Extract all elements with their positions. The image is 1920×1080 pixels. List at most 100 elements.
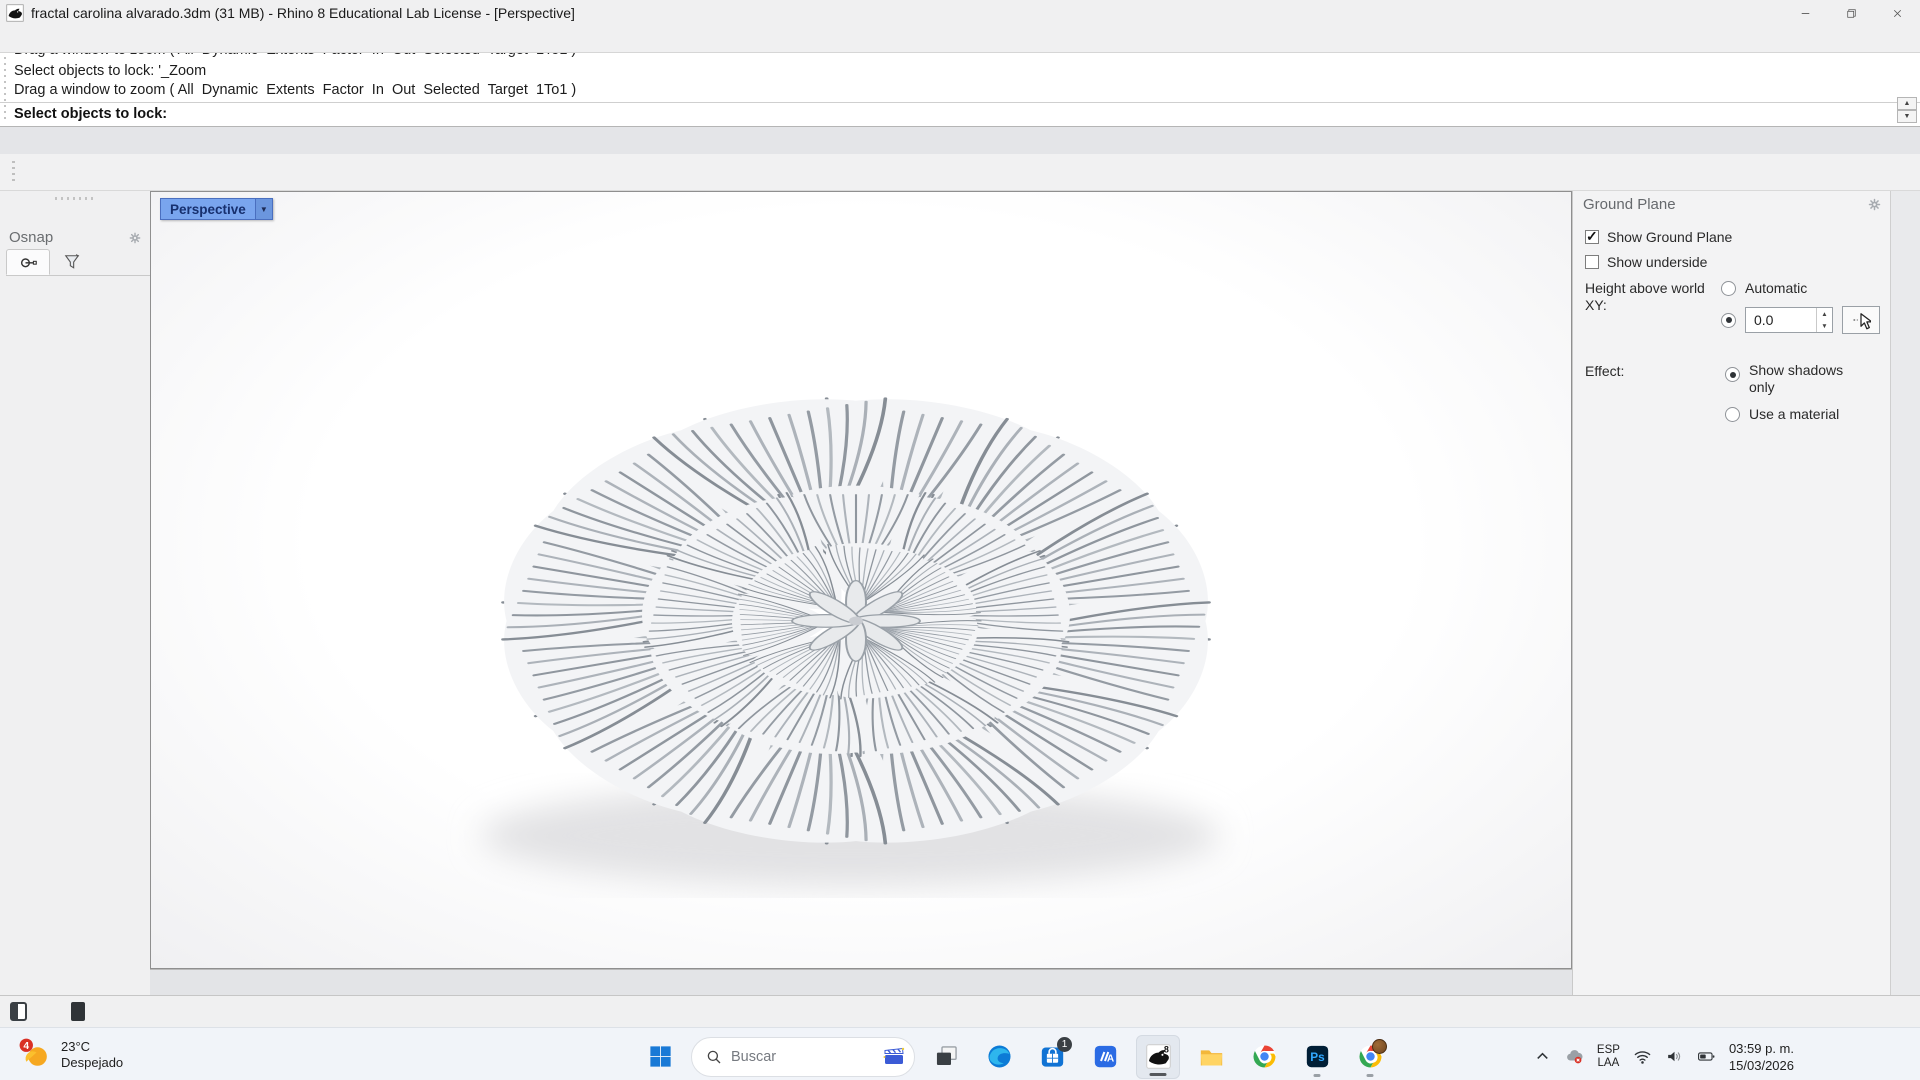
fractal-flower-render bbox=[151, 192, 1571, 968]
ground-plane-panel-title: Ground Plane bbox=[1583, 196, 1867, 213]
minimize-button[interactable] bbox=[1782, 0, 1828, 26]
weather-temperature: 23°C bbox=[61, 1039, 123, 1055]
taskbar-weather-widget[interactable]: 4 23°C Despejado bbox=[16, 1036, 123, 1073]
language-indicator[interactable]: ESP LAA bbox=[1597, 1044, 1620, 1069]
command-area: Drag a window to zoom ( All Dynamic Exte… bbox=[0, 52, 1920, 127]
palette-drag-handle[interactable] bbox=[55, 197, 95, 200]
show-underside-label: Show underside bbox=[1607, 254, 1707, 270]
viewport-title-dropdown[interactable]: Perspective ▼ bbox=[160, 198, 273, 220]
osnap-tab[interactable] bbox=[6, 249, 50, 275]
filter-funnel-icon bbox=[62, 252, 82, 272]
pick-height-button[interactable] bbox=[1842, 306, 1880, 334]
panel-toggle-icon[interactable] bbox=[71, 1002, 85, 1021]
command-scroll-down-button[interactable]: ▼ bbox=[1897, 110, 1917, 123]
height-value-input[interactable]: 0.0 ▲ ▼ bbox=[1745, 307, 1833, 333]
use-material-radio[interactable] bbox=[1725, 407, 1740, 422]
command-history[interactable]: Drag a window to zoom ( All Dynamic Exte… bbox=[0, 53, 1920, 103]
viewport-title[interactable]: Perspective bbox=[160, 198, 256, 220]
automatic-radio[interactable] bbox=[1721, 281, 1736, 296]
status-bar bbox=[0, 995, 1920, 1027]
command-history-line[interactable]: Drag a window to zoom ( All Dynamic Exte… bbox=[14, 81, 1912, 100]
microsoft-store-app-button[interactable]: 1 bbox=[1030, 1035, 1074, 1079]
close-button[interactable] bbox=[1874, 0, 1920, 26]
show-shadows-label: Show shadows only bbox=[1749, 362, 1859, 396]
photoshop-app-button[interactable] bbox=[1295, 1035, 1339, 1079]
rhino-8-app-button[interactable]: 8 bbox=[1136, 1035, 1180, 1079]
spin-up-button[interactable]: ▲ bbox=[1817, 308, 1832, 320]
menu-bar bbox=[0, 26, 1920, 52]
toolbar-tab-row bbox=[0, 127, 1920, 154]
height-value-radio-row[interactable]: 0.0 ▲ ▼ bbox=[1721, 306, 1880, 334]
clock-date: 15/03/2026 bbox=[1729, 1057, 1794, 1074]
height-above-label: Height above world XY: bbox=[1585, 280, 1709, 344]
osnap-target-icon bbox=[18, 252, 38, 272]
chrome-app-button[interactable] bbox=[1242, 1035, 1286, 1079]
toolbar-drag-handle[interactable] bbox=[12, 161, 15, 183]
automatic-radio-row[interactable]: Automatic bbox=[1721, 280, 1880, 296]
effect-label: Effect: bbox=[1585, 362, 1713, 432]
weather-icon: 4 bbox=[16, 1036, 53, 1073]
command-scroll-up-button[interactable]: ▲ bbox=[1897, 97, 1917, 110]
title-bar: fractal carolina alvarado.3dm (31 MB) - … bbox=[0, 0, 1920, 26]
viewport-tab-bar bbox=[150, 969, 1572, 995]
battery-icon[interactable] bbox=[1697, 1047, 1716, 1066]
file-explorer-app-button[interactable] bbox=[1189, 1035, 1233, 1079]
osnap-panel: Osnap bbox=[0, 228, 150, 281]
clock-time: 03:59 p. m. bbox=[1729, 1040, 1794, 1057]
task-view-icon bbox=[933, 1043, 960, 1070]
clock-widget[interactable]: 03:59 p. m. 15/03/2026 bbox=[1729, 1040, 1794, 1074]
show-ground-plane-label: Show Ground Plane bbox=[1607, 229, 1732, 245]
rhino-app-icon bbox=[6, 4, 24, 22]
profile-avatar-badge bbox=[1372, 1039, 1387, 1054]
height-value[interactable]: 0.0 bbox=[1746, 312, 1816, 328]
perspective-viewport[interactable]: Perspective ▼ bbox=[150, 191, 1572, 969]
edge-app-button[interactable] bbox=[977, 1035, 1021, 1079]
chevron-down-icon[interactable]: ▼ bbox=[256, 198, 273, 220]
ground-plane-panel: Ground Plane Show Ground Plane Show unde… bbox=[1572, 191, 1890, 995]
weather-condition: Despejado bbox=[61, 1055, 123, 1071]
pane-toggle-icon[interactable] bbox=[10, 1002, 27, 1021]
volume-icon[interactable] bbox=[1665, 1047, 1684, 1066]
spin-down-button[interactable]: ▼ bbox=[1817, 320, 1832, 332]
command-history-clipped-line: Drag a window to zoom ( All Dynamic Exte… bbox=[14, 53, 1912, 62]
file-explorer-icon bbox=[1198, 1043, 1225, 1070]
pick-cursor-icon bbox=[1851, 310, 1871, 330]
restore-button[interactable] bbox=[1828, 0, 1874, 26]
left-tool-sidebar: Osnap bbox=[0, 191, 150, 995]
onedrive-error-icon[interactable] bbox=[1565, 1047, 1584, 1066]
wifi-icon[interactable] bbox=[1633, 1047, 1652, 1066]
show-ground-plane-checkbox-row[interactable]: Show Ground Plane bbox=[1585, 229, 1880, 245]
use-material-label: Use a material bbox=[1749, 406, 1839, 422]
selection-filter-tab[interactable] bbox=[50, 249, 94, 275]
taskbar-search-box[interactable]: Buscar bbox=[691, 1037, 915, 1077]
windows-taskbar: 4 23°C Despejado Buscar 1 bbox=[0, 1027, 1920, 1080]
show-underside-checkbox-row[interactable]: Show underside bbox=[1585, 254, 1880, 270]
photoshop-icon bbox=[1304, 1043, 1331, 1070]
gear-icon[interactable] bbox=[128, 231, 142, 245]
show-underside-checkbox[interactable] bbox=[1585, 255, 1599, 269]
rhino-application-window: fractal carolina alvarado.3dm (31 MB) - … bbox=[0, 0, 1920, 1080]
start-button[interactable] bbox=[638, 1035, 682, 1079]
right-panel-tab-rail bbox=[1890, 191, 1920, 995]
search-icon bbox=[705, 1048, 723, 1066]
design-app-button[interactable] bbox=[1083, 1035, 1127, 1079]
show-shadows-radio-row[interactable]: Show shadows only bbox=[1725, 362, 1880, 396]
automatic-label: Automatic bbox=[1745, 280, 1807, 296]
command-drag-handle[interactable] bbox=[4, 57, 6, 122]
show-ground-plane-checkbox[interactable] bbox=[1585, 230, 1599, 244]
use-material-radio-row[interactable]: Use a material bbox=[1725, 406, 1880, 422]
gear-icon[interactable] bbox=[1867, 197, 1882, 212]
command-history-line: Select objects to lock: '_Zoom bbox=[14, 62, 1912, 81]
command-prompt[interactable]: Select objects to lock: bbox=[0, 103, 1920, 126]
window-title: fractal carolina alvarado.3dm (31 MB) - … bbox=[31, 5, 1782, 21]
height-value-radio[interactable] bbox=[1721, 313, 1736, 328]
standard-toolbar bbox=[0, 154, 1920, 191]
search-highlight-icon[interactable] bbox=[882, 1045, 906, 1069]
tray-chevron-up-icon[interactable] bbox=[1533, 1047, 1552, 1066]
osnap-panel-title: Osnap bbox=[9, 229, 128, 246]
notification-count-badge: 4 bbox=[23, 1041, 29, 1052]
show-shadows-radio[interactable] bbox=[1725, 367, 1740, 382]
chrome-icon bbox=[1251, 1043, 1278, 1070]
task-view-button[interactable] bbox=[924, 1035, 968, 1079]
chrome-profile-app-button[interactable] bbox=[1348, 1035, 1392, 1079]
